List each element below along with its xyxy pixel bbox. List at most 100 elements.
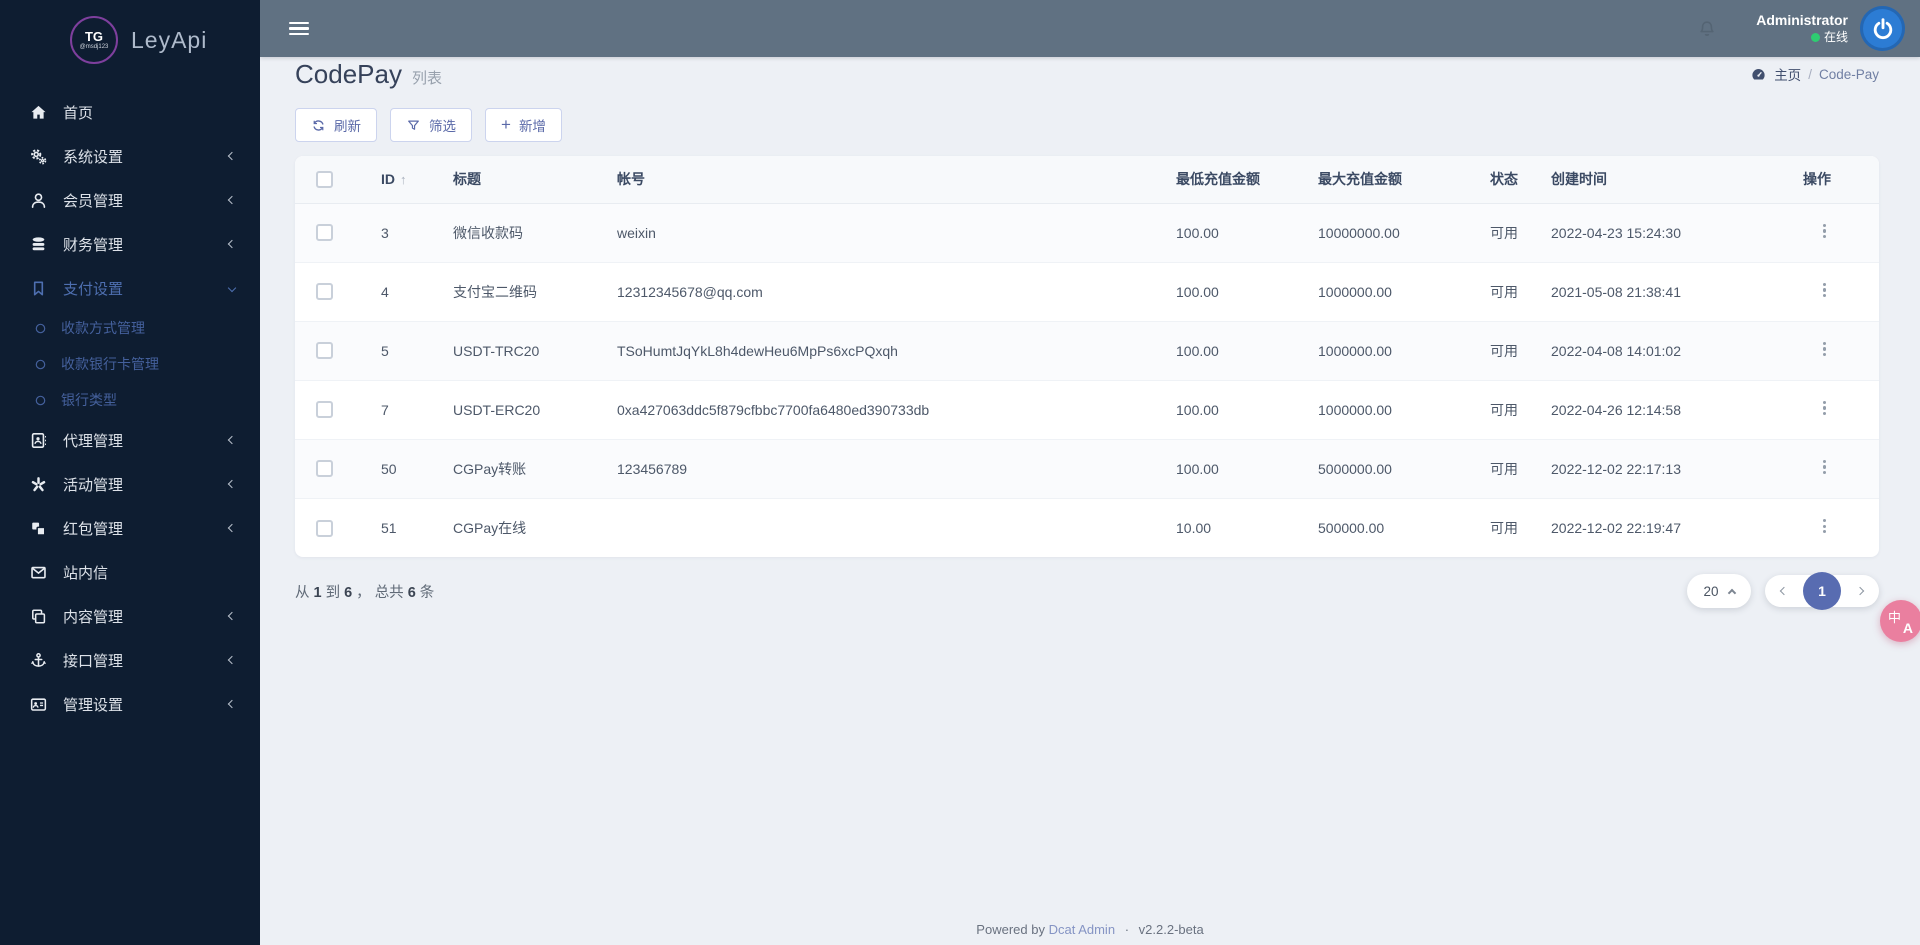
- chevron-left-icon: [227, 611, 237, 621]
- column-header-status: 状态: [1468, 156, 1529, 204]
- cell-id: 51: [381, 519, 397, 536]
- row-checkbox[interactable]: [316, 224, 333, 242]
- row-checkbox[interactable]: [316, 283, 333, 301]
- menu-toggle-button[interactable]: [289, 19, 309, 39]
- cell-title: 支付宝二维码: [453, 283, 537, 300]
- cell-created: 2022-04-23 15:24:30: [1551, 224, 1681, 241]
- dcat-admin-link[interactable]: Dcat Admin: [1049, 922, 1115, 937]
- row-checkbox[interactable]: [316, 519, 333, 537]
- row-checkbox[interactable]: [316, 342, 333, 360]
- table-row: 7 USDT-ERC20 0xa427063ddc5f879cfbbc7700f…: [295, 380, 1879, 439]
- sidebar-item-api-management[interactable]: 接口管理: [0, 638, 260, 682]
- select-all-checkbox[interactable]: [316, 171, 333, 189]
- current-page-button[interactable]: 1: [1803, 572, 1841, 610]
- cell-checkbox: [295, 380, 359, 439]
- sidebar-item-home[interactable]: 首页: [0, 90, 260, 134]
- brand-logo-text: TG: [84, 28, 104, 44]
- cell-created: 2022-04-08 14:01:02: [1551, 342, 1681, 359]
- page-subtitle: 列表: [411, 69, 442, 87]
- sidebar-item-finance-management[interactable]: 财务管理: [0, 222, 260, 266]
- notifications-button[interactable]: [1696, 18, 1718, 40]
- cell-id: 50: [381, 460, 397, 477]
- bookmark-icon: [27, 278, 49, 298]
- cell-min-amount: 100.00: [1176, 283, 1219, 300]
- chevron-left-icon: [227, 195, 237, 205]
- user-name: Administrator: [1756, 12, 1848, 29]
- chevron-up-icon: [1727, 588, 1736, 597]
- translate-fab-button[interactable]: 中 A: [1880, 600, 1920, 642]
- dashboard-icon: [1750, 66, 1767, 83]
- cell-created: 2022-12-02 22:17:13: [1551, 460, 1681, 477]
- anchor-icon: [27, 650, 49, 670]
- cell-actions: [1779, 203, 1879, 262]
- data-table: ID ↑ 标题 帐号 最低充值金额 最大充值金额 状态 创建时间 操作 3 微信收…: [295, 156, 1879, 557]
- top-navbar: Administrator 在线: [260, 0, 1920, 57]
- refresh-button[interactable]: 刷新: [295, 108, 377, 142]
- chevron-left-icon: [227, 479, 237, 489]
- user-avatar[interactable]: [1860, 6, 1905, 51]
- sidebar-item-agent-management[interactable]: 代理管理: [0, 418, 260, 462]
- cell-account: TSoHumtJqYkL8h4dewHeu6MpPs6xcPQxqh: [617, 342, 898, 359]
- table-row: 4 支付宝二维码 12312345678@qq.com 100.00 10000…: [295, 262, 1879, 321]
- cell-min-amount: 100.00: [1176, 342, 1219, 359]
- next-page-button[interactable]: [1853, 584, 1867, 598]
- row-actions-menu[interactable]: [1818, 337, 1831, 361]
- column-header-actions: 操作: [1779, 156, 1879, 204]
- column-header-id[interactable]: ID ↑: [359, 156, 431, 204]
- footer: Powered by Dcat Admin · v2.2.2-beta: [976, 922, 1204, 937]
- cell-title: CGPay转账: [453, 460, 527, 477]
- user-block: Administrator 在线: [1756, 12, 1848, 45]
- table-card: ID ↑ 标题 帐号 最低充值金额 最大充值金额 状态 创建时间 操作 3 微信收…: [295, 156, 1879, 557]
- chevron-left-icon: [227, 239, 237, 249]
- cell-checkbox: [295, 498, 359, 557]
- cell-actions: [1779, 262, 1879, 321]
- table-row: 3 微信收款码 weixin 100.00 10000000.00 可用 202…: [295, 203, 1879, 262]
- cell-title: 微信收款码: [453, 224, 523, 241]
- row-checkbox[interactable]: [316, 460, 333, 478]
- cell-min-amount: 10.00: [1176, 519, 1212, 536]
- table-row: 50 CGPay转账 123456789 100.00 5000000.00 可…: [295, 439, 1879, 498]
- row-actions-menu[interactable]: [1818, 396, 1831, 420]
- sidebar-subitem-receiving-bank-card-management[interactable]: 收款银行卡管理: [0, 346, 260, 382]
- circle-icon: [31, 357, 49, 372]
- sidebar-item-system-settings[interactable]: 系统设置: [0, 134, 260, 178]
- user-icon: [27, 190, 49, 210]
- main-content: CodePay 列表 主页 / Code-Pay 刷新 筛选 + 新增 ID ↑…: [260, 57, 1920, 945]
- cell-status: 可用: [1490, 342, 1518, 359]
- column-header-min: 最低充值金额: [1154, 156, 1296, 204]
- cell-checkbox: [295, 321, 359, 380]
- pagination-summary: 从 1 到 6， 总共 6 条: [295, 584, 435, 601]
- chevron-left-icon: [227, 151, 237, 161]
- add-button[interactable]: + 新增: [485, 108, 562, 142]
- sidebar-item-red-packet-management[interactable]: 红包管理: [0, 506, 260, 550]
- plus-icon: +: [501, 115, 511, 134]
- sidebar-item-admin-settings[interactable]: 管理设置: [0, 682, 260, 726]
- cell-max-amount: 1000000.00: [1318, 283, 1392, 300]
- cell-id: 7: [381, 401, 389, 418]
- row-checkbox[interactable]: [316, 401, 333, 419]
- cell-account: 0xa427063ddc5f879cfbbc7700fa6480ed390733…: [617, 401, 930, 418]
- sidebar-subitem-payment-method-management[interactable]: 收款方式管理: [0, 310, 260, 346]
- chevron-left-icon: [227, 699, 237, 709]
- sidebar-item-activity-management[interactable]: 活动管理: [0, 462, 260, 506]
- sidebar-item-member-management[interactable]: 会员管理: [0, 178, 260, 222]
- sidebar-item-content-management[interactable]: 内容管理: [0, 594, 260, 638]
- column-header-max: 最大充值金额: [1296, 156, 1468, 204]
- user-status: 在线: [1756, 30, 1848, 45]
- row-actions-menu[interactable]: [1818, 219, 1831, 243]
- page-size-select[interactable]: 20: [1687, 574, 1751, 608]
- prev-page-button[interactable]: [1777, 584, 1791, 598]
- row-actions-menu[interactable]: [1818, 278, 1831, 302]
- breadcrumb-home-link[interactable]: 主页: [1774, 64, 1801, 84]
- cell-min-amount: 100.00: [1176, 224, 1219, 241]
- breadcrumb: 主页 / Code-Pay: [1750, 64, 1879, 84]
- sidebar-item-payment-settings[interactable]: 支付设置: [0, 266, 260, 310]
- sidebar-subitem-bank-type[interactable]: 银行类型: [0, 382, 260, 418]
- row-actions-menu[interactable]: [1818, 514, 1831, 538]
- sidebar-item-site-messages[interactable]: 站内信: [0, 550, 260, 594]
- cell-account: 123456789: [617, 460, 688, 477]
- pager: 1: [1765, 572, 1879, 610]
- row-actions-menu[interactable]: [1818, 455, 1831, 479]
- filter-button[interactable]: 筛选: [390, 108, 472, 142]
- page-header: CodePay 列表 主页 / Code-Pay: [295, 57, 1879, 91]
